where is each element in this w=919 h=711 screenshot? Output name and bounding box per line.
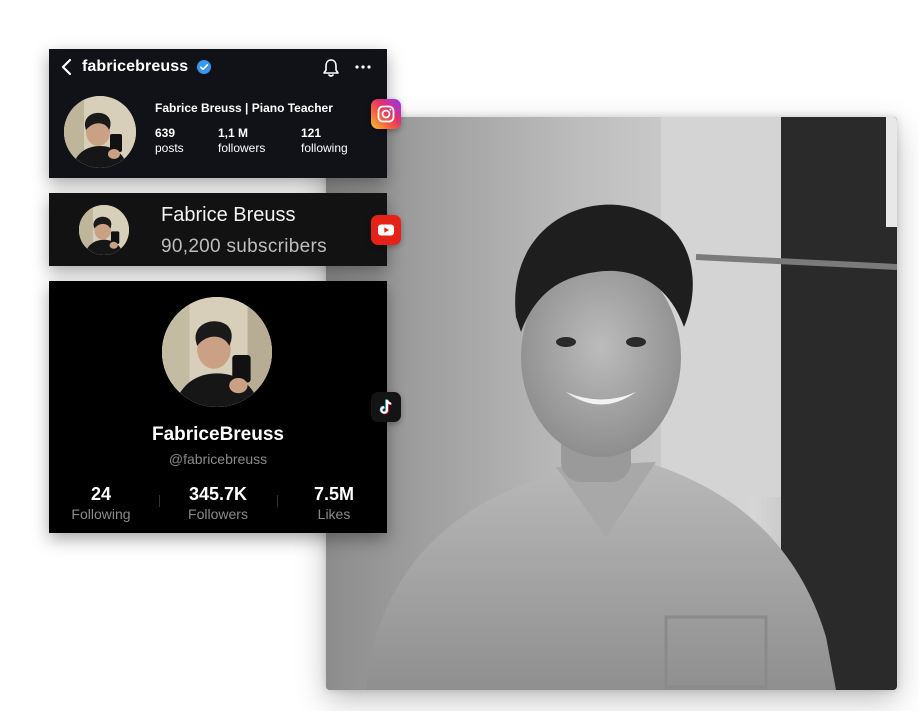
instagram-header: fabricebreuss <box>49 49 387 85</box>
instagram-username: fabricebreuss <box>82 58 189 75</box>
stat-divider <box>159 495 160 507</box>
avatar[interactable] <box>79 205 129 255</box>
stat-label: posts <box>155 141 184 155</box>
stat-label: Following <box>71 506 131 522</box>
instagram-stat-posts[interactable]: 639 posts <box>155 126 184 156</box>
stat-label: following <box>301 141 348 155</box>
stat-value: 24 <box>90 484 112 504</box>
instagram-logo-icon <box>371 99 401 129</box>
youtube-channel-name: Fabrice Breuss <box>161 204 296 226</box>
tiktok-stat-likes[interactable]: 7.5M Likes <box>284 484 384 522</box>
tiktok-logo-icon <box>371 392 401 422</box>
youtube-channel-card: Fabrice Breuss 90,200 subscribers <box>49 193 387 266</box>
tiktok-stat-following[interactable]: 24 Following <box>51 484 151 522</box>
stat-value: 1,1 M <box>218 126 249 140</box>
youtube-subscriber-count: 90,200 subscribers <box>161 236 327 257</box>
avatar[interactable] <box>64 96 136 168</box>
instagram-stat-followers[interactable]: 1,1 M followers <box>218 126 265 156</box>
instagram-stat-following[interactable]: 121 following <box>301 126 348 156</box>
verified-badge-icon <box>197 60 211 74</box>
avatar[interactable] <box>162 297 272 407</box>
tiktok-profile-card: FabriceBreuss @fabricebreuss 24 Followin… <box>49 281 387 533</box>
stat-label: followers <box>218 141 266 155</box>
portrait-photo <box>326 117 897 690</box>
stat-value: 121 <box>301 126 322 140</box>
stat-value: 7.5M <box>313 484 355 504</box>
tiktok-handle: @fabricebreuss <box>168 451 268 467</box>
stat-label: Followers <box>188 506 248 522</box>
stat-divider <box>277 495 278 507</box>
chevron-left-icon[interactable] <box>58 58 76 76</box>
tiktok-stat-followers[interactable]: 345.7K Followers <box>168 484 268 522</box>
stat-value: 639 <box>155 126 176 140</box>
youtube-logo-icon <box>371 215 401 245</box>
stat-label: Likes <box>317 506 351 522</box>
instagram-profile-card: fabricebreuss Fabrice Breuss | Piano Tea… <box>49 49 387 178</box>
more-icon[interactable] <box>354 58 372 76</box>
instagram-display-name: Fabrice Breuss | Piano Teacher <box>155 101 333 115</box>
tiktok-display-name: FabriceBreuss <box>151 424 284 445</box>
bell-icon[interactable] <box>321 58 341 78</box>
stat-value: 345.7K <box>188 484 248 504</box>
